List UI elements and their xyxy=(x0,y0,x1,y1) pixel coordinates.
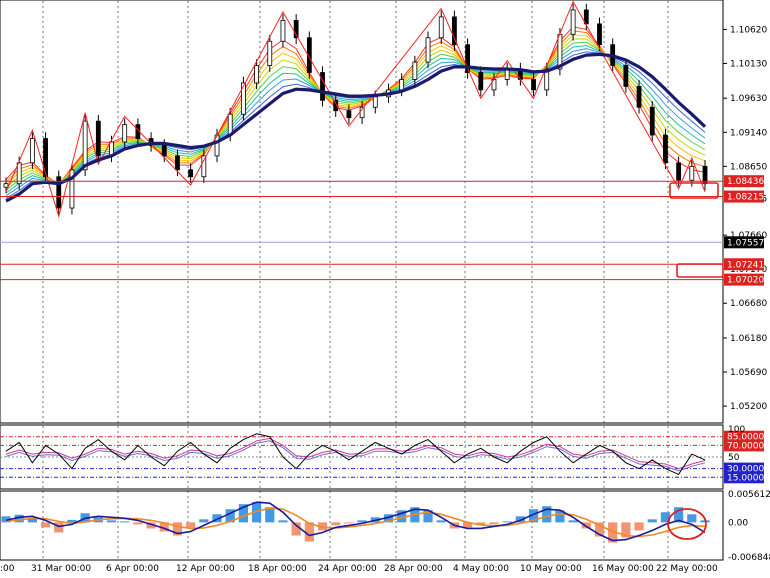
candle-body xyxy=(82,120,88,171)
macd-histogram-bar xyxy=(199,519,209,523)
candle-body xyxy=(227,113,233,136)
level-price-label: 1.07020 xyxy=(727,276,764,286)
date-label: 16 May 00:00 xyxy=(592,564,654,574)
date-label: 12 Apr 00:00 xyxy=(176,564,235,574)
candle-body xyxy=(649,106,655,136)
macd-histogram-bar xyxy=(120,521,130,523)
candle-body xyxy=(623,65,629,87)
candle-body xyxy=(122,124,128,143)
price-tick-label: 1.08650 xyxy=(730,162,767,172)
candle-body xyxy=(3,183,9,188)
candle-body xyxy=(689,165,695,181)
date-axis: 31 Mar 00:00 6 Apr 00:00 12 Apr 00:00 18 Ap… xyxy=(0,564,718,574)
macd-histogram-bar xyxy=(687,514,697,523)
date-label: 18 Apr 00:00 xyxy=(248,564,307,574)
stoch-level-label: 70.0000 xyxy=(727,441,764,451)
macd-tick-label: -0.0068484 xyxy=(728,553,770,563)
candle-body xyxy=(372,96,378,108)
price-tick-label: 1.09140 xyxy=(730,128,767,138)
date-label: 28 Apr 00:00 xyxy=(384,564,443,574)
date-label: 4 May 00:00 xyxy=(453,564,509,574)
current-price-label: 1.07557 xyxy=(727,238,764,248)
macd-histogram-bar xyxy=(634,522,644,531)
level-price-label: 1.08215 xyxy=(727,193,764,203)
price-tick-label: 1.06180 xyxy=(730,334,767,344)
candle-body xyxy=(188,169,194,178)
date-label-partial: :00 xyxy=(0,564,15,574)
candle-body xyxy=(254,65,259,84)
candle-body xyxy=(16,162,22,185)
level-price-label: 1.07241 xyxy=(727,260,764,270)
macd-histogram-bar xyxy=(106,520,117,523)
level-price-label: 1.08436 xyxy=(727,177,764,187)
candle-body xyxy=(95,120,101,157)
macd-histogram-bar xyxy=(40,522,51,528)
macd-histogram-bar xyxy=(331,522,341,526)
macd-histogram-bar xyxy=(344,522,354,524)
price-axis: 1.106201.101301.096301.091401.086501.076… xyxy=(723,25,767,412)
date-label: 6 Apr 00:00 xyxy=(106,564,159,574)
candle-body xyxy=(531,79,536,91)
candle-body xyxy=(161,145,167,157)
date-label: 22 May 00:00 xyxy=(656,564,718,574)
price-tick-label: 1.06680 xyxy=(730,299,767,309)
candle-body xyxy=(425,37,431,63)
macd-histogram-bar xyxy=(186,522,196,528)
candle-body xyxy=(280,19,286,42)
candle-body xyxy=(412,61,418,80)
stoch-tick-label: 100 xyxy=(728,425,745,435)
price-tick-label: 1.10620 xyxy=(730,25,767,35)
candle-body xyxy=(43,138,48,178)
date-label: 31 Mar 00:00 xyxy=(31,564,91,574)
macd-histogram-bar xyxy=(436,520,446,523)
macd-histogram-bar xyxy=(278,520,288,523)
chart-canvas: 1.106201.101301.096301.091401.086501.076… xyxy=(0,0,770,574)
price-tick-label: 1.09630 xyxy=(730,94,767,104)
macd-histogram-bar xyxy=(67,519,77,523)
macd-histogram-bar xyxy=(647,519,657,523)
macd-histogram-bar xyxy=(502,521,512,523)
date-label: 24 Apr 00:00 xyxy=(318,564,377,574)
candle-body xyxy=(676,162,682,181)
candle-body xyxy=(346,110,352,119)
candle-body xyxy=(201,155,207,178)
candle-body xyxy=(29,138,35,164)
price-tick-label: 1.10130 xyxy=(730,59,767,69)
price-tick-label: 1.05690 xyxy=(730,368,767,378)
candle-body xyxy=(267,40,273,66)
macd-tick-label: 0.00 xyxy=(728,518,748,528)
candle-body xyxy=(320,72,325,101)
candle-body xyxy=(570,9,576,35)
date-label: 10 May 00:00 xyxy=(520,564,582,574)
macd-histogram-bar xyxy=(133,522,143,525)
candle-body xyxy=(399,79,405,91)
macd-tick-label: 0.0056125 xyxy=(728,490,770,500)
candle-body xyxy=(663,134,668,164)
stoch-tick-label: 50 xyxy=(728,453,740,463)
stoch-level-label: 15.0000 xyxy=(727,473,764,483)
macd-histogram-bar xyxy=(304,522,314,542)
candle-body xyxy=(438,16,444,39)
candle-body xyxy=(636,86,642,108)
macd-histogram-bar xyxy=(568,520,578,523)
candle-body xyxy=(240,82,246,115)
macd-histogram-bar xyxy=(54,522,64,533)
candle-body xyxy=(175,155,180,171)
macd-histogram-bar xyxy=(489,522,499,525)
candle-body xyxy=(478,72,484,91)
candle-body xyxy=(597,23,602,46)
price-tick-label: 1.05200 xyxy=(730,402,767,412)
